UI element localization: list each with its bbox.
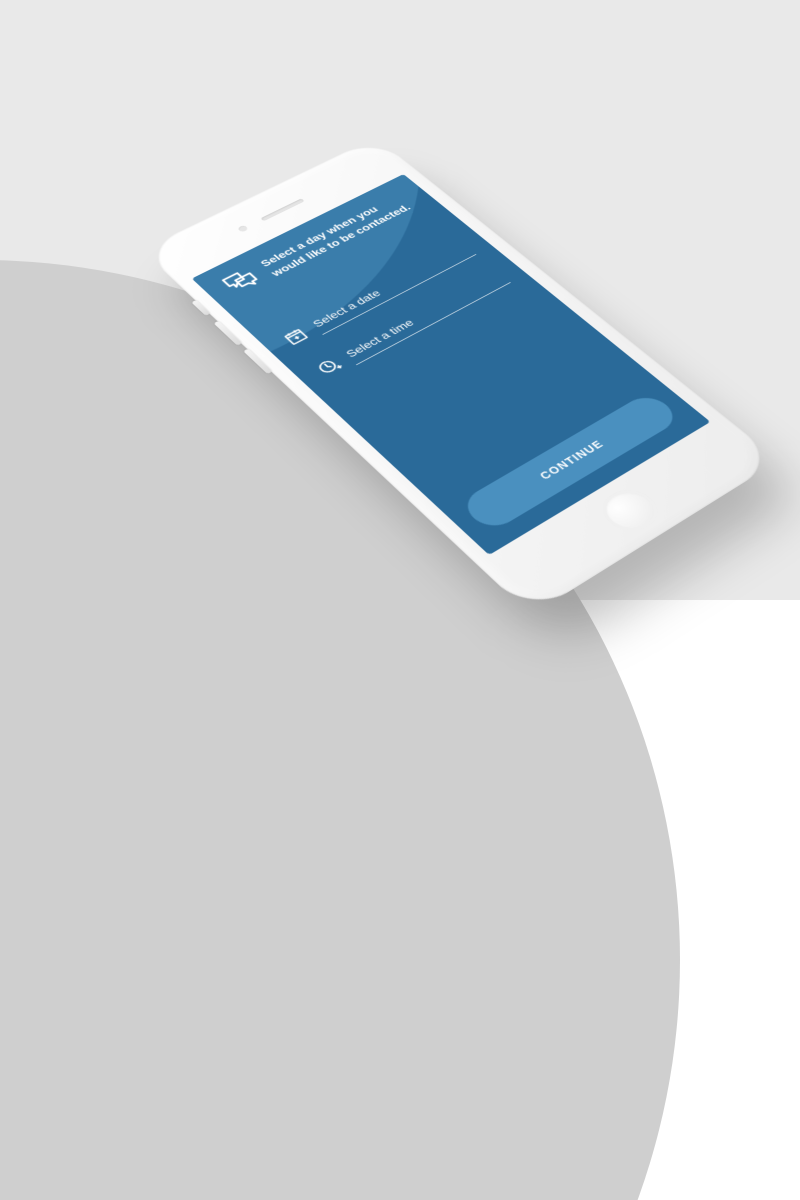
continue-label: CONTINUE xyxy=(537,438,606,481)
phone-mockup: Select a day when you would like to be c… xyxy=(142,137,780,615)
volume-up-button xyxy=(214,321,243,346)
home-button[interactable] xyxy=(592,483,668,539)
clock-plus-icon xyxy=(313,356,344,378)
continue-button[interactable]: CONTINUE xyxy=(458,391,683,533)
phone-scene: Select a day when you would like to be c… xyxy=(0,0,800,600)
front-camera xyxy=(237,225,249,233)
earpiece-speaker xyxy=(260,198,304,221)
volume-down-button xyxy=(243,349,272,375)
app-screen: Select a day when you would like to be c… xyxy=(192,174,711,555)
